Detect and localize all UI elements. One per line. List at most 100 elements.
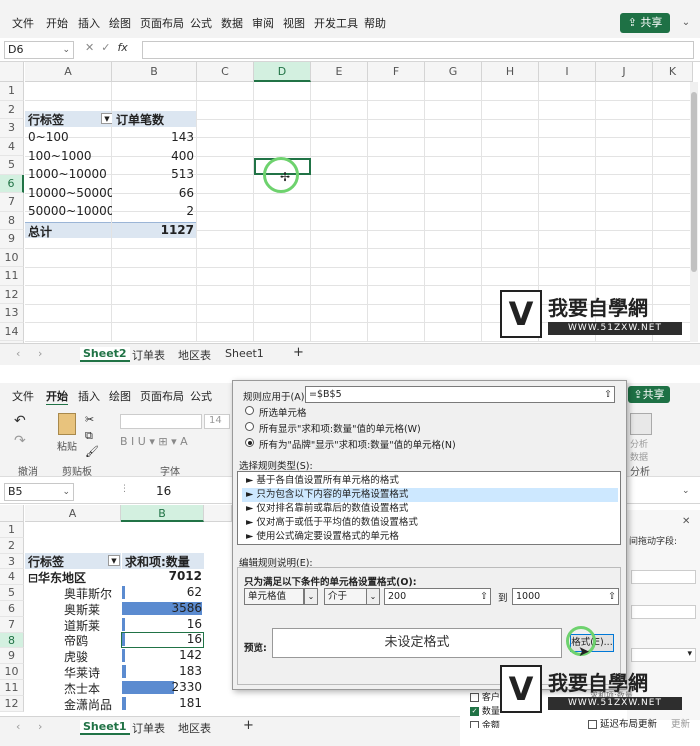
update-button[interactable]: 更新: [671, 716, 690, 730]
row-header-10-2[interactable]: 10: [0, 664, 24, 680]
rule-type-all-values[interactable]: ► 基于各自值设置所有单元格的格式: [242, 474, 618, 488]
share-button-2[interactable]: ⇪共享: [628, 386, 670, 403]
column-header-d[interactable]: D: [254, 62, 311, 82]
row-header-7[interactable]: 7: [0, 193, 24, 212]
row-header-12-2[interactable]: 12: [0, 695, 24, 712]
tab-orders[interactable]: 订单表: [132, 347, 165, 363]
confirm-icon[interactable]: ✓: [101, 41, 110, 54]
next-sheet-icon-2[interactable]: ›: [38, 720, 42, 733]
column-header-f[interactable]: F: [368, 62, 425, 82]
select-all-corner[interactable]: [0, 62, 24, 82]
row-header-13[interactable]: 13: [0, 304, 24, 323]
value-from-input[interactable]: 200 ⇧: [384, 588, 491, 605]
menu-file-2[interactable]: 文件: [12, 388, 34, 404]
panel-close-icon[interactable]: ✕: [682, 516, 690, 527]
row-header-11-2[interactable]: 11: [0, 680, 24, 696]
analyze-data-icon[interactable]: [630, 413, 652, 435]
column-header-a[interactable]: A: [25, 62, 112, 82]
tab-regions[interactable]: 地区表: [178, 347, 211, 363]
menu-review[interactable]: 审阅: [252, 15, 274, 31]
operator-dropdown-icon[interactable]: ⌄: [366, 588, 380, 605]
rule-type-average[interactable]: ► 仅对高于或低于平均值的数值设置格式: [242, 516, 618, 530]
row-header-3[interactable]: 3: [0, 119, 24, 138]
row-header-1-2[interactable]: 1: [0, 522, 24, 538]
row-header-8-2[interactable]: 8: [0, 632, 24, 649]
column-header-e[interactable]: E: [311, 62, 368, 82]
row-header-9-2[interactable]: 9: [0, 648, 24, 665]
redo-icon[interactable]: ↷: [14, 433, 26, 449]
font-name-select[interactable]: [120, 414, 202, 429]
row-header-7-2[interactable]: 7: [0, 616, 24, 633]
menu-developer[interactable]: 开发工具: [314, 15, 358, 31]
collapse-dialog-icon[interactable]: ⇧: [604, 387, 612, 402]
format-painter-icon[interactable]: 🖌: [85, 445, 99, 458]
tab-orders-2[interactable]: 订单表: [132, 720, 165, 736]
ribbon-expand-icon[interactable]: ⌄: [678, 13, 694, 33]
next-sheet-icon[interactable]: ›: [38, 347, 42, 360]
value-from-collapse-icon[interactable]: ⇧: [480, 589, 488, 604]
column-header-i[interactable]: I: [539, 62, 596, 82]
menu-insert-2[interactable]: 插入: [78, 388, 100, 404]
tab-sheet1[interactable]: Sheet1: [225, 347, 264, 360]
share-button[interactable]: ⇪ 共享: [620, 13, 670, 33]
column-header-g[interactable]: G: [425, 62, 482, 82]
paste-label[interactable]: 粘贴: [57, 438, 77, 453]
paste-icon[interactable]: [58, 413, 76, 435]
radio-selected-cells[interactable]: [245, 406, 254, 415]
analyze-data-label[interactable]: 分析数据: [630, 437, 652, 463]
menu-home-2[interactable]: 开始: [46, 388, 68, 406]
row-header-10[interactable]: 10: [0, 248, 24, 267]
row-header-11[interactable]: 11: [0, 267, 24, 286]
cancel-icon[interactable]: ✕: [85, 41, 94, 54]
menu-file[interactable]: 文件: [12, 15, 34, 31]
row-header-14[interactable]: 14: [0, 322, 24, 341]
menu-data[interactable]: 数据: [221, 15, 243, 31]
menu-formulas[interactable]: 公式: [190, 15, 212, 31]
tab-sheet2[interactable]: Sheet2: [80, 347, 130, 362]
undo-icon[interactable]: ↶: [14, 413, 26, 429]
field-amount[interactable]: 金额: [470, 718, 530, 728]
row-header-1[interactable]: 1: [0, 82, 24, 101]
column-header-c-2[interactable]: [204, 505, 232, 522]
defer-update-checkbox[interactable]: 延迟布局更新: [588, 716, 657, 730]
value-to-input[interactable]: 1000 ⇧: [512, 588, 619, 605]
font-format-icons[interactable]: B I U ▾ ⊞ ▾ A: [120, 435, 188, 448]
column-header-a-2[interactable]: A: [25, 505, 121, 522]
pivot2-region-label[interactable]: ⊟华东地区: [28, 569, 121, 585]
cut-icon[interactable]: ✂: [85, 413, 94, 426]
add-sheet-button[interactable]: +: [293, 345, 304, 360]
menu-home[interactable]: 开始: [46, 15, 68, 31]
font-size-select[interactable]: 14: [204, 414, 230, 429]
row-header-4-2[interactable]: 4: [0, 569, 24, 586]
value-to-collapse-icon[interactable]: ⇧: [608, 589, 616, 604]
panel-values-dropdown[interactable]: ▾: [631, 648, 696, 662]
row-header-2[interactable]: 2: [0, 100, 24, 119]
row-header-2-2[interactable]: 2: [0, 537, 24, 554]
vertical-scrollbar[interactable]: [690, 82, 698, 342]
tab-regions-2[interactable]: 地区表: [178, 720, 211, 736]
tab-sheet1-2[interactable]: Sheet1: [80, 720, 130, 735]
menu-draw-2[interactable]: 绘图: [109, 388, 131, 404]
menu-help[interactable]: 帮助: [364, 15, 386, 31]
name-box-2[interactable]: B5 ⌄: [4, 483, 74, 501]
menu-page-layout-2[interactable]: 页面布局: [140, 388, 184, 404]
add-sheet-button-2[interactable]: +: [243, 718, 254, 733]
row-header-12[interactable]: 12: [0, 285, 24, 304]
row-header-4[interactable]: 4: [0, 137, 24, 156]
prev-sheet-icon-2[interactable]: ‹: [16, 720, 20, 733]
menu-formulas-2[interactable]: 公式: [190, 388, 212, 404]
row-header-5[interactable]: 5: [0, 156, 24, 175]
panel-list[interactable]: [631, 605, 696, 619]
menu-view[interactable]: 视图: [283, 15, 305, 31]
menu-draw[interactable]: 绘图: [109, 15, 131, 31]
rule-type-top-bottom[interactable]: ► 仅对排名靠前或靠后的数值设置格式: [242, 502, 618, 516]
copy-icon[interactable]: ⧉: [85, 429, 93, 443]
fx-icon[interactable]: fx: [117, 41, 127, 54]
column-header-k[interactable]: K: [653, 62, 693, 82]
column-header-h[interactable]: H: [482, 62, 539, 82]
row-header-5-2[interactable]: 5: [0, 585, 24, 601]
formula-value[interactable]: 16: [156, 484, 171, 498]
row-header-6[interactable]: 6: [0, 174, 24, 193]
select-all-corner-2[interactable]: [0, 505, 24, 522]
expand-formula-icon[interactable]: ⌄: [682, 486, 690, 496]
